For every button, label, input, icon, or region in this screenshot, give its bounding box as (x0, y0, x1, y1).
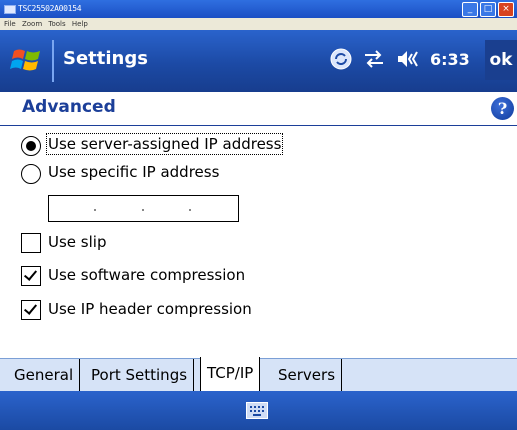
close-icon[interactable]: × (498, 2, 514, 17)
section-heading: Advanced (22, 97, 116, 117)
connectivity-icon[interactable] (362, 48, 386, 70)
software-compression-label[interactable]: Use software compression (48, 266, 245, 284)
title-separator (52, 40, 54, 82)
maximize-icon[interactable]: □ (480, 2, 496, 17)
menu-zoom[interactable]: Zoom (22, 20, 42, 28)
sync-icon[interactable] (330, 48, 352, 70)
tab-strip: General Port Settings TCP/IP Servers (0, 357, 517, 392)
windows-start-icon[interactable] (10, 45, 44, 75)
heading-divider (0, 125, 517, 126)
menu-bar (0, 391, 517, 430)
software-compression-checkbox[interactable] (21, 266, 41, 286)
tab-port-settings[interactable]: Port Settings (85, 359, 195, 391)
menu-help[interactable]: Help (72, 20, 88, 28)
use-slip-checkbox[interactable] (21, 233, 41, 253)
tab-tcp-ip[interactable]: TCP/IP (200, 357, 261, 392)
help-icon[interactable]: ? (491, 97, 514, 120)
specific-ip-label[interactable]: Use specific IP address (48, 163, 219, 181)
server-assigned-ip-radio[interactable] (21, 136, 41, 156)
volume-icon[interactable] (396, 48, 420, 70)
ok-button[interactable]: ok (485, 40, 517, 80)
clock[interactable]: 6:33 (430, 50, 470, 69)
menu-tools[interactable]: Tools (48, 20, 65, 28)
ip-header-compression-checkbox[interactable] (21, 300, 41, 320)
minimize-icon[interactable]: _ (462, 2, 478, 17)
page-title: Settings (63, 48, 148, 69)
ip-header-compression-label[interactable]: Use IP header compression (48, 300, 252, 318)
emulator-title: TSC25502A00154 (18, 4, 82, 13)
title-bar: Settings 6:33 ok (0, 30, 517, 92)
specific-ip-radio[interactable] (21, 164, 41, 184)
ip-address-input[interactable] (48, 195, 239, 222)
tab-servers[interactable]: Servers (272, 359, 343, 391)
use-slip-label[interactable]: Use slip (48, 233, 106, 251)
keyboard-icon[interactable] (246, 402, 268, 419)
menu-file[interactable]: File (4, 20, 16, 28)
server-assigned-ip-label[interactable]: Use server-assigned IP address (45, 133, 284, 155)
emulator-title-bar: TSC25502A00154 _ □ × (0, 0, 517, 18)
tab-general[interactable]: General (8, 359, 81, 391)
window-icon (4, 5, 16, 14)
status-icons: 6:33 (330, 46, 470, 72)
